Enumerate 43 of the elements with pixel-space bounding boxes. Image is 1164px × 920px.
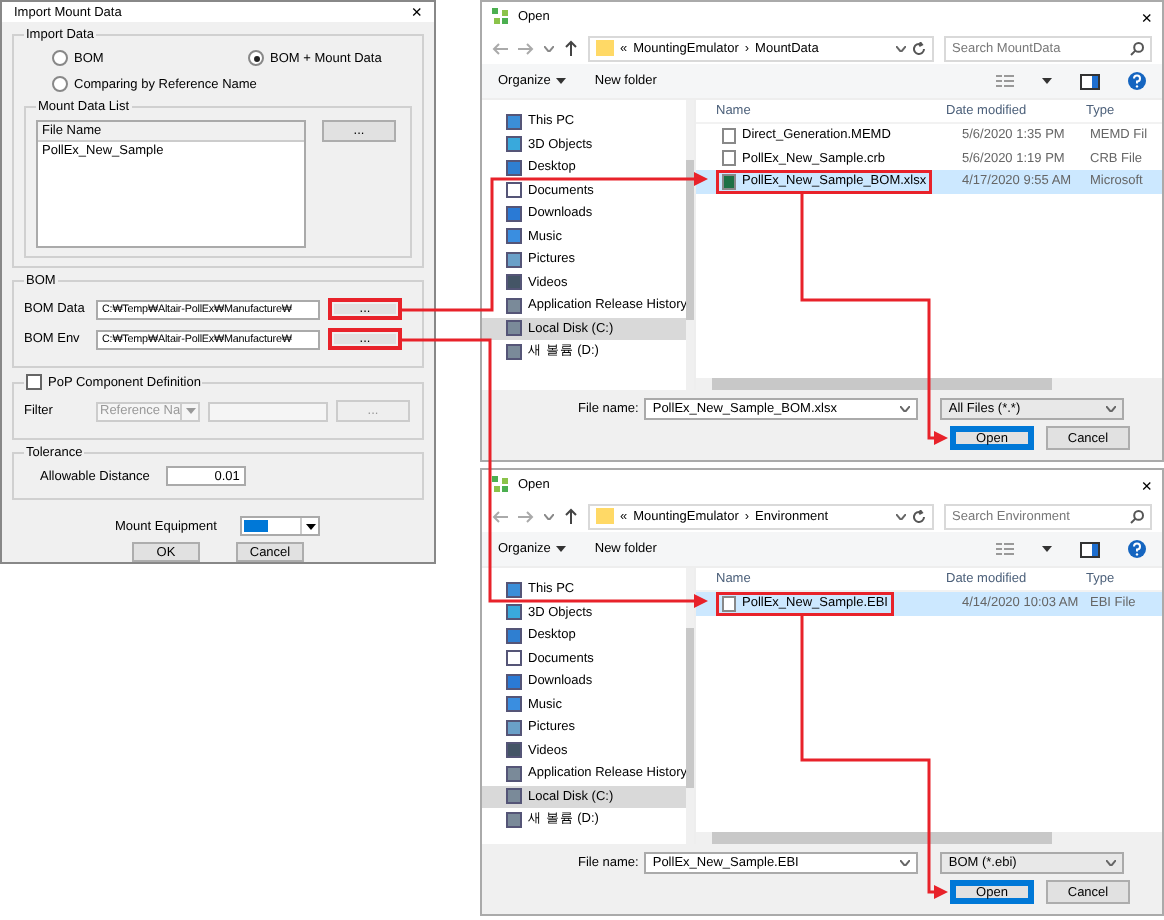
up-arrow-icon[interactable] <box>564 40 578 56</box>
view-list-icon[interactable] <box>996 74 1014 88</box>
refresh-icon[interactable] <box>912 509 926 523</box>
caret-icon[interactable] <box>896 513 906 519</box>
document-icon <box>506 650 522 667</box>
close-button[interactable]: × <box>1141 7 1152 27</box>
search-icon <box>1130 41 1144 55</box>
close-button[interactable]: × <box>411 2 422 22</box>
preview-pane-icon[interactable] <box>1080 541 1100 557</box>
search-icon <box>1130 509 1144 523</box>
scrollbar[interactable] <box>696 378 1162 390</box>
help-icon[interactable] <box>1128 72 1146 90</box>
caret-icon[interactable] <box>1042 78 1052 84</box>
preview-pane-icon[interactable] <box>1080 73 1100 89</box>
caret-icon[interactable] <box>900 406 911 412</box>
document-icon <box>722 595 736 612</box>
radio-icon[interactable] <box>52 50 68 66</box>
caret-icon <box>1106 860 1117 866</box>
caret-icon <box>180 403 198 419</box>
up-arrow-icon[interactable] <box>564 508 578 524</box>
app-icon <box>492 476 510 494</box>
folder-icon <box>596 508 614 524</box>
help-icon[interactable] <box>1128 540 1146 558</box>
view-list-icon[interactable] <box>996 542 1014 556</box>
radio-icon[interactable] <box>52 76 68 92</box>
document-icon <box>506 182 522 199</box>
app-icon <box>492 8 510 26</box>
refresh-icon[interactable] <box>912 41 926 55</box>
close-button[interactable]: × <box>1141 475 1152 495</box>
folder-icon <box>596 40 614 56</box>
caret-icon[interactable] <box>900 860 911 866</box>
scrollbar[interactable] <box>686 568 694 844</box>
caret-icon <box>300 518 319 534</box>
caret-icon <box>1106 406 1117 412</box>
scrollbar[interactable] <box>696 832 1162 844</box>
scrollbar[interactable] <box>686 100 694 390</box>
caret-icon[interactable] <box>896 45 906 51</box>
caret-icon <box>556 78 567 84</box>
radio-icon[interactable] <box>248 50 264 66</box>
caret-icon <box>556 546 567 552</box>
caret-icon[interactable] <box>1042 546 1052 552</box>
filter-field[interactable] <box>208 401 328 421</box>
equipment-dropdown[interactable] <box>240 516 321 536</box>
